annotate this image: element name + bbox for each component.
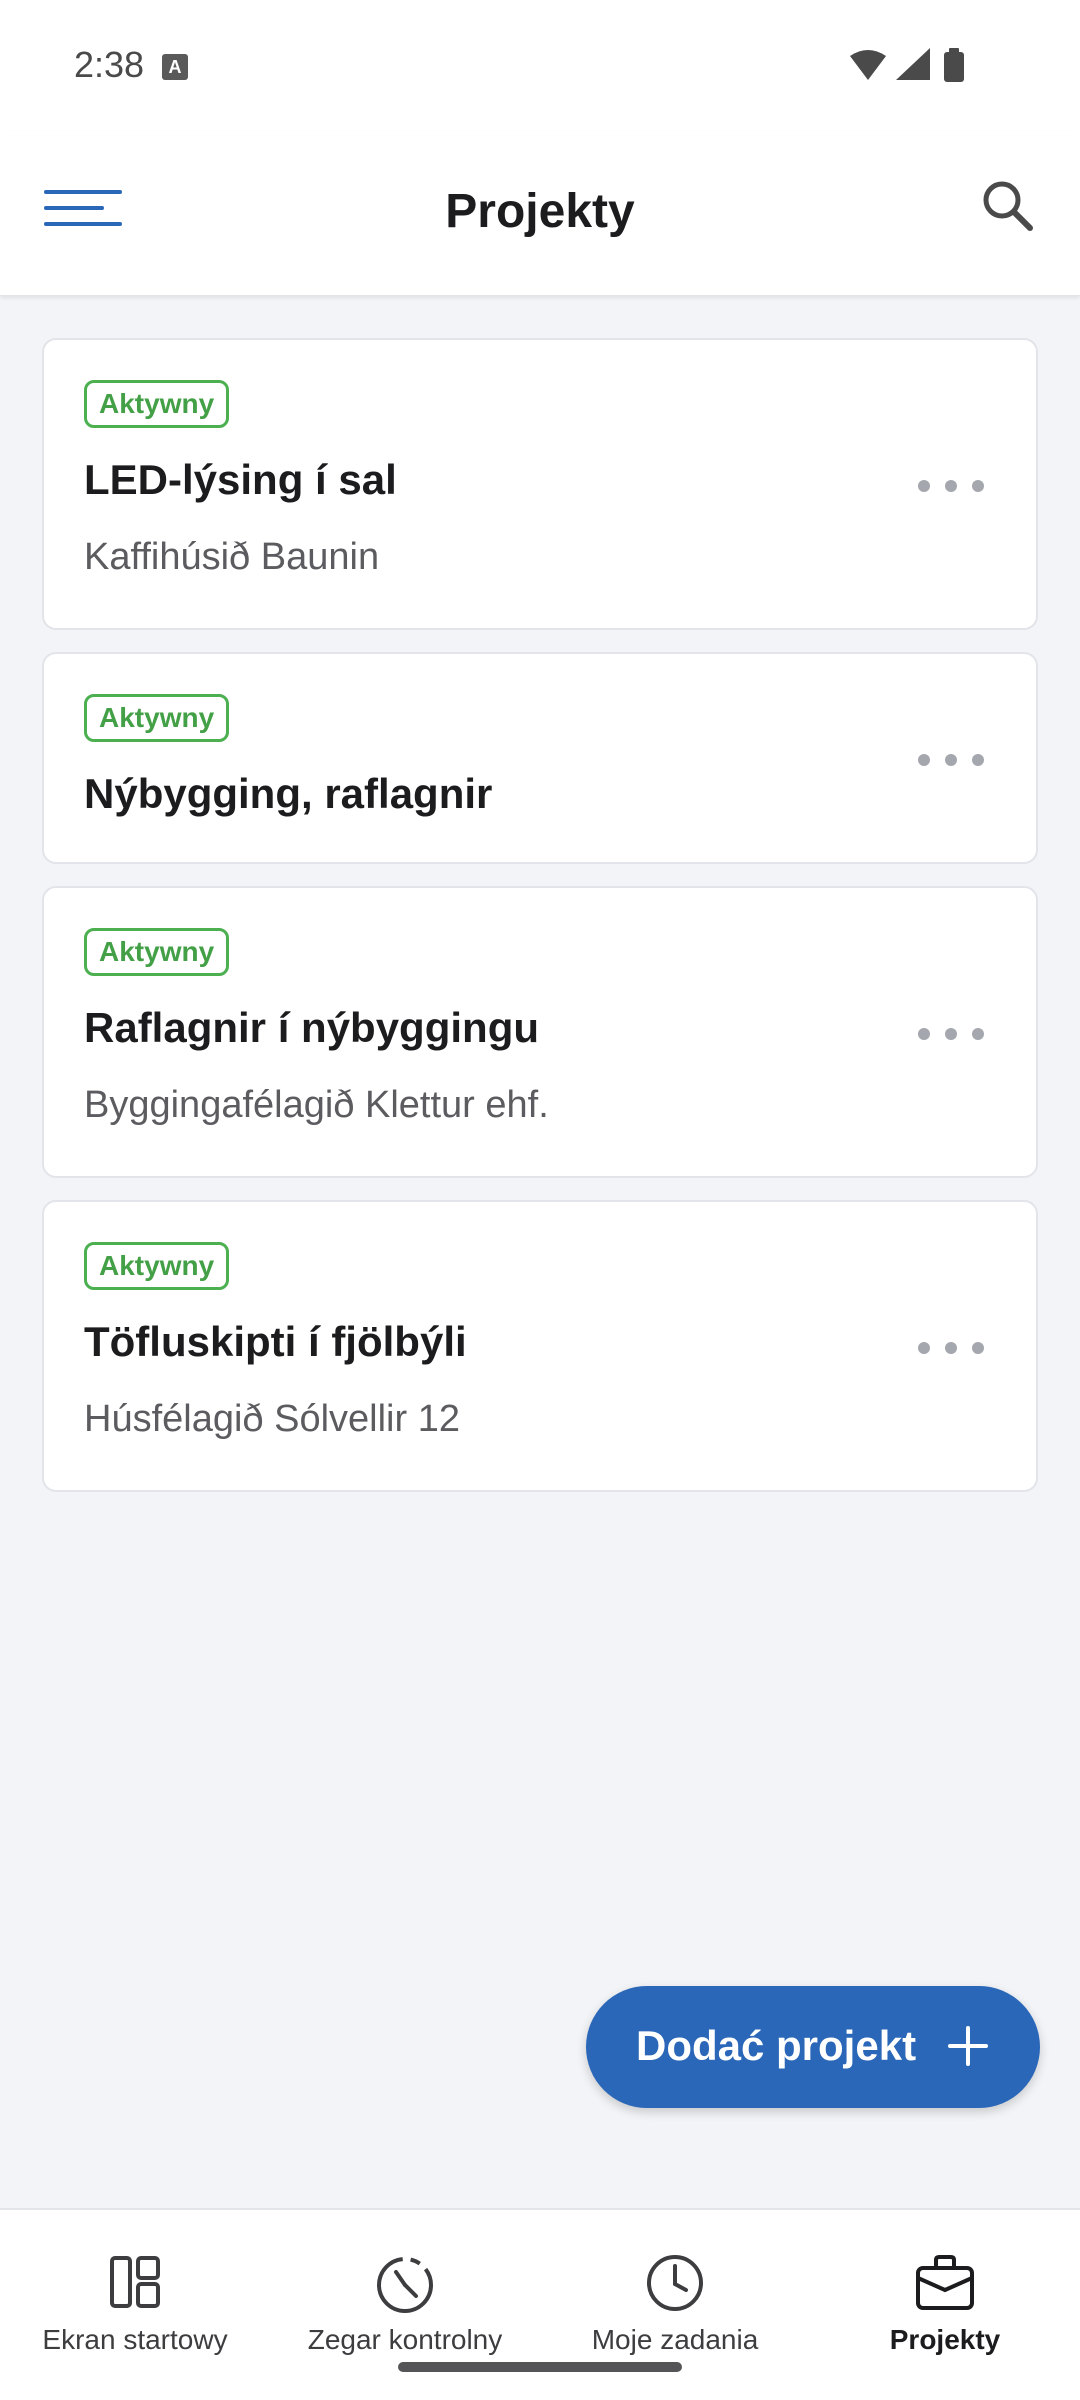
nav-label: Projekty (889, 2324, 1001, 2355)
status-badge: Aktywny (84, 1242, 230, 1290)
more-options-icon[interactable] (918, 1336, 984, 1360)
more-options-icon[interactable] (918, 474, 984, 498)
project-name: Raflagnir í nýbyggingu (84, 1004, 540, 1051)
plus-icon (948, 2026, 988, 2066)
wifi-icon (850, 50, 886, 80)
project-name: LED-lýsing í sal (84, 456, 397, 503)
project-card[interactable]: Aktywny Töfluskipti í fjölbýli Húsfélagi… (42, 1200, 1038, 1492)
battery-icon (944, 48, 964, 82)
status-time: 2:38 (74, 44, 145, 85)
add-project-label: Dodać projekt (636, 2022, 917, 2069)
project-name: Töfluskipti í fjölbýli (84, 1318, 467, 1365)
signal-icon (896, 48, 930, 80)
notification-a-icon: A (162, 54, 188, 80)
nav-label: Ekran startowy (42, 2324, 228, 2355)
project-name: Nýbygging, raflagnir (84, 770, 493, 817)
nav-label: Zegar kontrolny (307, 2324, 503, 2355)
project-card[interactable]: Aktywny Nýbygging, raflagnir (42, 652, 1038, 864)
project-list: Aktywny LED-lýsing í sal Kaffihúsið Baun… (42, 338, 1038, 1514)
project-client: Byggingafélagið Klettur ehf. (84, 1084, 549, 1126)
more-options-icon[interactable] (918, 1022, 984, 1046)
project-client: Húsfélagið Sólvellir 12 (84, 1398, 460, 1440)
project-client: Kaffihúsið Baunin (84, 536, 380, 578)
home-indicator (398, 2362, 682, 2372)
nav-item-projects[interactable]: Projekty (810, 2210, 1080, 2400)
status-icons (850, 48, 964, 82)
timer-icon (377, 2257, 433, 2313)
project-card[interactable]: Aktywny Raflagnir í nýbyggingu Byggingaf… (42, 886, 1038, 1178)
more-options-icon[interactable] (918, 748, 984, 772)
app-bar: Projekty (0, 132, 1080, 296)
add-project-button[interactable]: Dodać projekt (586, 1986, 1040, 2108)
status-badge: Aktywny (84, 928, 230, 976)
status-badge: Aktywny (84, 380, 230, 428)
briefcase-icon (916, 2255, 974, 2310)
page-title: Projekty (445, 185, 635, 238)
status-bar: 2:38 A (0, 0, 1080, 132)
nav-item-home[interactable]: Ekran startowy (0, 2210, 270, 2400)
clock-icon (647, 2255, 703, 2311)
search-icon[interactable] (974, 172, 1044, 242)
status-badge: Aktywny (84, 694, 230, 742)
project-card[interactable]: Aktywny LED-lýsing í sal Kaffihúsið Baun… (42, 338, 1038, 630)
dashboard-icon (110, 2256, 160, 2308)
nav-label: Moje zadania (591, 2324, 759, 2355)
